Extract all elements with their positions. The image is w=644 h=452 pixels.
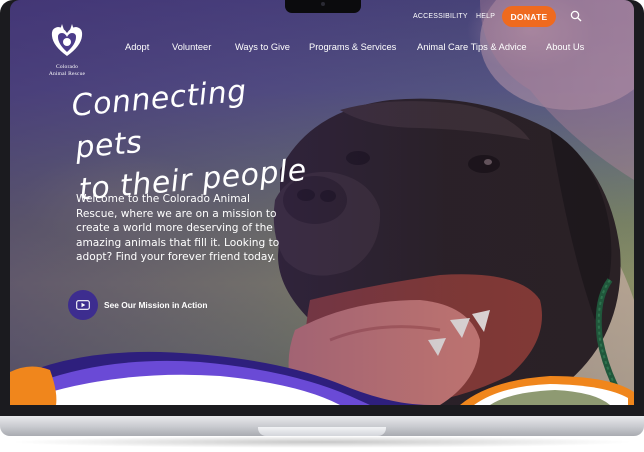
- video-play-icon: [76, 300, 90, 310]
- help-link[interactable]: HELP: [476, 7, 495, 26]
- laptop-shadow: [8, 436, 636, 448]
- donate-button[interactable]: DONATE: [502, 6, 556, 27]
- nav-ways-to-give[interactable]: Ways to Give: [235, 42, 290, 52]
- play-video-icon[interactable]: [68, 290, 98, 320]
- nav-animal-care-tips[interactable]: Animal Care Tips & Advice: [417, 42, 527, 52]
- hero-headline: Connecting pets to their people: [70, 66, 310, 212]
- accessibility-link[interactable]: ACCESSIBILITY: [413, 7, 468, 26]
- logo-text-line2: Animal Rescue: [48, 71, 86, 77]
- logo-text-line1: Colorado: [55, 64, 79, 70]
- cta-label[interactable]: See Our Mission in Action: [104, 300, 207, 310]
- mission-video-cta[interactable]: See Our Mission in Action: [68, 290, 207, 320]
- site-logo[interactable]: Colorado Animal Rescue: [40, 24, 94, 77]
- camera-icon: [321, 2, 325, 6]
- nav-about-us[interactable]: About Us: [546, 42, 584, 52]
- nav-adopt[interactable]: Adopt: [125, 42, 149, 52]
- heart-hands-logo-icon: [51, 24, 83, 56]
- nav-volunteer[interactable]: Volunteer: [172, 42, 211, 52]
- website-screen: Colorado Animal Rescue ACCESSIBILITY HEL…: [10, 0, 634, 405]
- search-icon[interactable]: [570, 10, 582, 22]
- hero-intro-text: Welcome to the Colorado Animal Rescue, w…: [76, 193, 280, 264]
- nav-programs-services[interactable]: Programs & Services: [309, 42, 396, 52]
- laptop-base-notch: [258, 427, 386, 436]
